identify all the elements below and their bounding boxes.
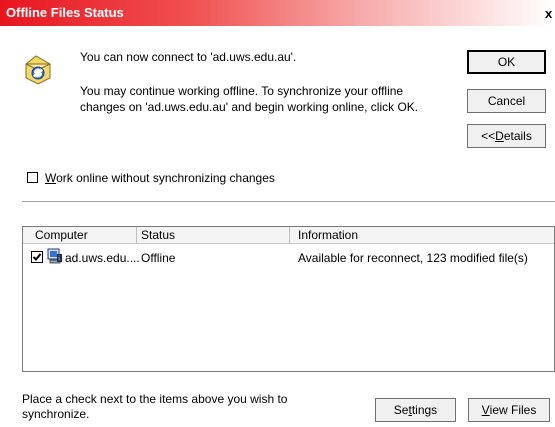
close-button[interactable]: x bbox=[545, 7, 555, 21]
offline-files-status-dialog: Offline Files Status x You can now conne… bbox=[0, 0, 555, 427]
details-label-rest: etails bbox=[503, 129, 532, 143]
cell-information: Available for reconnect, 123 modified fi… bbox=[298, 251, 528, 265]
work-online-label[interactable]: Work online without synchronizing change… bbox=[45, 171, 275, 185]
settings-label-rest: tings bbox=[411, 403, 438, 417]
separator bbox=[22, 201, 555, 203]
column-divider[interactable] bbox=[136, 227, 137, 243]
sync-hint: Place a check next to the items above yo… bbox=[22, 392, 288, 421]
connect-message: You can now connect to 'ad.uws.edu.au'. bbox=[80, 50, 297, 64]
details-button[interactable]: << Details bbox=[467, 124, 546, 148]
cancel-button[interactable]: Cancel bbox=[467, 89, 546, 113]
column-header-information[interactable]: Information bbox=[298, 228, 358, 242]
details-label-prefix: << bbox=[481, 129, 496, 143]
work-online-checkbox[interactable] bbox=[27, 172, 38, 183]
check-icon bbox=[32, 253, 42, 261]
view-files-label-rest: iew Files bbox=[489, 403, 537, 417]
title-bar: Offline Files Status x bbox=[0, 0, 555, 26]
cell-status: Offline bbox=[141, 251, 176, 265]
computers-list[interactable]: Computer Status Information i ad.uws.edu… bbox=[22, 226, 555, 372]
table-row[interactable]: i ad.uws.edu.... Offline Available for r… bbox=[23, 248, 554, 266]
offline-message-line1: You may continue working offline. To syn… bbox=[80, 84, 404, 98]
column-divider[interactable] bbox=[289, 227, 290, 243]
settings-label-prefix: Se bbox=[393, 403, 409, 417]
cell-computer: ad.uws.edu.... bbox=[65, 251, 140, 265]
column-header-computer[interactable]: Computer bbox=[35, 228, 88, 242]
work-online-hotkey: W bbox=[45, 171, 57, 185]
column-header-status[interactable]: Status bbox=[141, 228, 175, 242]
list-header: Computer Status Information bbox=[23, 227, 554, 244]
computer-icon: i bbox=[47, 248, 62, 264]
work-online-text: ork online without synchronizing changes bbox=[56, 171, 275, 185]
window-title: Offline Files Status bbox=[6, 5, 124, 20]
settings-button[interactable]: Se t tings bbox=[375, 398, 456, 422]
view-files-button[interactable]: View Files bbox=[468, 398, 550, 422]
offline-message-line2: changes on 'ad.uws.edu.au' and begin wor… bbox=[80, 100, 419, 114]
row-checkbox[interactable] bbox=[31, 251, 43, 263]
ok-button[interactable]: OK bbox=[467, 50, 546, 74]
sync-folder-icon bbox=[25, 55, 51, 85]
details-label-hotkey: D bbox=[495, 129, 504, 143]
view-files-label-hotkey: V bbox=[481, 403, 490, 417]
